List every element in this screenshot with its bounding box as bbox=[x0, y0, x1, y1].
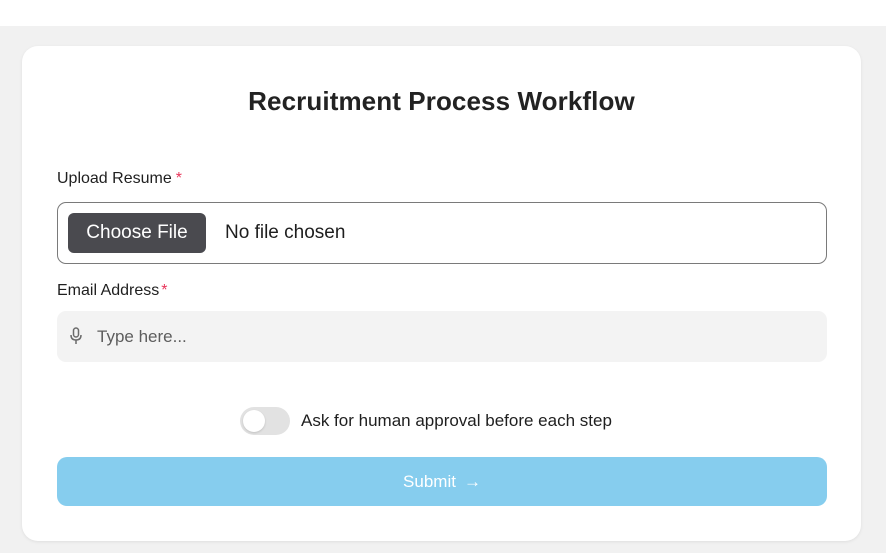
required-asterisk: * bbox=[175, 170, 182, 187]
resume-file-input[interactable]: Choose File No file chosen bbox=[57, 202, 827, 264]
file-status-text: No file chosen bbox=[225, 222, 346, 243]
toggle-knob bbox=[243, 410, 265, 432]
upload-resume-label: Upload Resume * bbox=[57, 170, 182, 188]
submit-button[interactable]: Submit → bbox=[57, 457, 827, 506]
arrow-right-icon: → bbox=[463, 472, 481, 491]
approval-toggle[interactable] bbox=[240, 407, 290, 435]
microphone-icon[interactable] bbox=[69, 327, 83, 345]
email-placeholder: Type here... bbox=[97, 327, 187, 346]
form-title: Recruitment Process Workflow bbox=[248, 86, 635, 116]
approval-toggle-label: Ask for human approval before each step bbox=[301, 411, 612, 430]
email-address-label-text: Email Address bbox=[57, 282, 160, 299]
upload-resume-label-text: Upload Resume bbox=[57, 170, 172, 187]
choose-file-button[interactable]: Choose File bbox=[68, 213, 206, 253]
email-address-label: Email Address * bbox=[57, 282, 168, 300]
workflow-form-card: Recruitment Process Workflow Upload Resu… bbox=[22, 46, 861, 541]
required-asterisk: * bbox=[161, 282, 168, 299]
email-field[interactable]: Type here... bbox=[57, 311, 827, 362]
submit-button-label: Submit bbox=[403, 472, 456, 491]
